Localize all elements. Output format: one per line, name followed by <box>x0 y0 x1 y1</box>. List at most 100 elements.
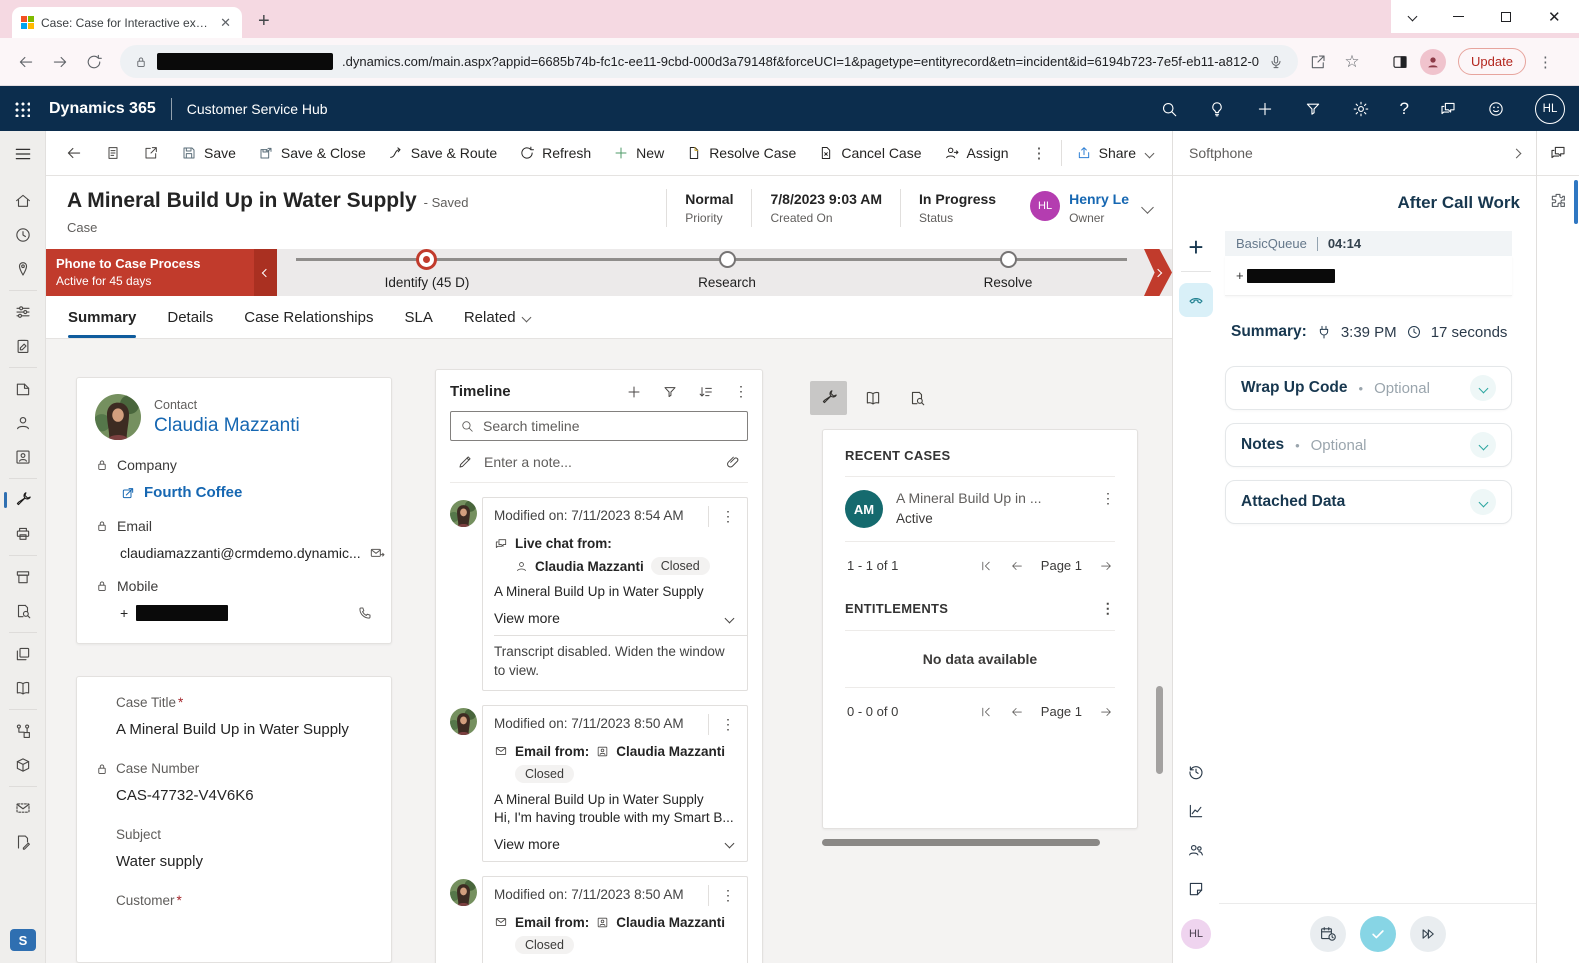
tab-sla[interactable]: SLA <box>404 296 432 338</box>
sitemap-toggle-icon[interactable] <box>13 131 33 176</box>
skip-acw-button[interactable] <box>1410 916 1446 952</box>
lightbulb-icon[interactable] <box>1208 100 1226 118</box>
row-more-icon[interactable]: ⋮ <box>1101 490 1115 528</box>
timeline-more-icon[interactable]: ⋮ <box>734 383 748 400</box>
timeline-note-row[interactable] <box>450 441 748 483</box>
bpf-stage-identify-dot[interactable] <box>416 249 437 270</box>
minimize-icon[interactable] <box>1453 16 1464 18</box>
browser-forward-icon[interactable] <box>46 48 74 76</box>
recent-case-title[interactable]: A Mineral Build Up in ... <box>896 490 1042 506</box>
active-call-session-icon[interactable] <box>1179 283 1213 317</box>
header-expand-chevron-icon[interactable] <box>1143 199 1152 217</box>
waffle-icon[interactable] <box>14 101 30 117</box>
wrap-up-code-accordion[interactable]: Wrap Up Code • Optional <box>1225 366 1512 410</box>
entry-more-icon[interactable]: ⋮ <box>708 506 747 527</box>
bpf-collapse-icon[interactable] <box>254 249 277 296</box>
recent-case-row[interactable]: AM A Mineral Build Up in ... Active ⋮ <box>845 490 1115 528</box>
browser-tab[interactable]: Case: Case for Interactive experie ✕ <box>12 7 242 38</box>
sidebar-item-knowledge-base[interactable] <box>0 671 45 705</box>
tab-details[interactable]: Details <box>167 296 213 338</box>
mic-icon[interactable] <box>1268 54 1284 70</box>
sidebar-item-queues[interactable] <box>0 517 45 551</box>
sidebar-item-knowledge-articles[interactable] <box>0 560 45 594</box>
bpf-process-tag[interactable]: Phone to Case Process Active for 45 days <box>46 249 254 296</box>
bpf-stage-research-label[interactable]: Research <box>698 275 756 290</box>
knowledge-tool-icon[interactable] <box>854 381 891 415</box>
complete-acw-button[interactable] <box>1360 916 1396 952</box>
sidebar-item-recent[interactable] <box>0 218 45 252</box>
panel-scrollbar[interactable] <box>1574 180 1578 224</box>
share-button[interactable]: Share <box>1065 131 1164 175</box>
collapse-panel-icon[interactable] <box>1512 148 1522 158</box>
brand-title[interactable]: Dynamics 365 <box>49 100 156 118</box>
first-page-icon[interactable] <box>979 559 993 573</box>
save-button[interactable]: Save <box>170 131 247 175</box>
prev-page-icon[interactable] <box>1010 559 1024 573</box>
attached-data-accordion[interactable]: Attached Data <box>1225 480 1512 524</box>
timeline-add-icon[interactable] <box>626 384 642 400</box>
maximize-icon[interactable] <box>1501 12 1511 22</box>
sidebar-item-knowledge-search[interactable] <box>0 594 45 628</box>
agent-presence-avatar[interactable]: HL <box>1181 919 1211 949</box>
notes-icon[interactable] <box>1187 880 1205 898</box>
notes-accordion[interactable]: Notes • Optional <box>1225 423 1512 467</box>
browser-back-icon[interactable] <box>12 48 40 76</box>
entry-more-icon[interactable]: ⋮ <box>708 885 747 906</box>
plugin-puzzle-icon[interactable] <box>1549 191 1567 214</box>
sidebar-item-email-templates[interactable] <box>0 637 45 671</box>
save-close-button[interactable]: Save & Close <box>247 131 377 175</box>
user-avatar[interactable]: HL <box>1535 94 1565 124</box>
browser-reload-icon[interactable] <box>80 48 108 76</box>
email-value[interactable]: claudiamazzanti@crmdemo.dynamic... <box>120 545 361 561</box>
search-icon[interactable] <box>1160 100 1178 118</box>
address-bar[interactable]: .dynamics.com/main.aspx?appid=6685b74b-f… <box>120 45 1298 78</box>
feedback-chat-icon[interactable] <box>1439 100 1457 118</box>
open-in-new-window-icon[interactable] <box>132 131 170 175</box>
area-switcher-button[interactable]: S <box>10 929 36 951</box>
sidebar-item-social-profiles[interactable] <box>0 440 45 474</box>
tab-close-icon[interactable]: ✕ <box>218 15 233 31</box>
app-name[interactable]: Customer Service Hub <box>187 101 328 117</box>
resolve-case-button[interactable]: Resolve Case <box>675 131 807 175</box>
sidebar-item-contacts[interactable] <box>0 406 45 440</box>
back-button[interactable] <box>54 131 94 175</box>
history-icon[interactable] <box>1187 763 1205 781</box>
side-panel-icon[interactable] <box>1386 48 1414 76</box>
conversations-icon[interactable] <box>1549 144 1567 162</box>
tab-search-icon[interactable] <box>1408 12 1418 22</box>
entry-person-link[interactable]: Claudia Mazzanti <box>616 915 725 930</box>
bpf-stage-resolve-label[interactable]: Resolve <box>984 275 1033 290</box>
similar-cases-tool-icon[interactable] <box>898 381 935 415</box>
browser-update-button[interactable]: Update <box>1458 48 1526 75</box>
related-cases-tool-icon[interactable] <box>810 381 847 415</box>
smiley-icon[interactable] <box>1487 100 1505 118</box>
contacts-icon[interactable] <box>1187 841 1205 859</box>
entry-person-link[interactable]: Claudia Mazzanti <box>616 744 725 759</box>
sidebar-item-home[interactable] <box>0 184 45 218</box>
owner-field[interactable]: HL Henry Le Owner <box>1014 189 1139 225</box>
chevron-down-icon[interactable] <box>1470 489 1496 515</box>
sidebar-item-marketing[interactable] <box>0 791 45 825</box>
contact-name-link[interactable]: Claudia Mazzanti <box>154 415 300 437</box>
assign-button[interactable]: Assign <box>933 131 1020 175</box>
new-tab-button[interactable]: + <box>258 11 270 31</box>
next-page-icon[interactable] <box>1099 705 1113 719</box>
entitlements-more-icon[interactable]: ⋮ <box>1101 600 1115 617</box>
prev-page-icon[interactable] <box>1010 705 1024 719</box>
bpf-next-stage-icon[interactable] <box>1144 249 1172 296</box>
timeline-filter-icon[interactable] <box>662 384 678 400</box>
case-title-value[interactable]: A Mineral Build Up in Water Supply <box>116 721 373 738</box>
browser-profile-avatar[interactable] <box>1420 49 1446 75</box>
chevron-down-icon[interactable] <box>1470 375 1496 401</box>
company-link[interactable]: Fourth Coffee <box>144 484 242 501</box>
send-email-icon[interactable] <box>369 545 385 561</box>
help-icon[interactable]: ? <box>1400 100 1409 117</box>
next-page-icon[interactable] <box>1099 559 1113 573</box>
entry-person-link[interactable]: Claudia Mazzanti <box>535 559 644 574</box>
timeline-search-box[interactable] <box>450 411 748 441</box>
subject-value[interactable]: Water supply <box>116 853 373 870</box>
bpf-stage-resolve-dot[interactable] <box>1000 251 1017 268</box>
quick-create-icon[interactable] <box>1256 100 1274 118</box>
sidebar-item-accounts[interactable] <box>0 372 45 406</box>
gear-icon[interactable] <box>1352 100 1370 118</box>
